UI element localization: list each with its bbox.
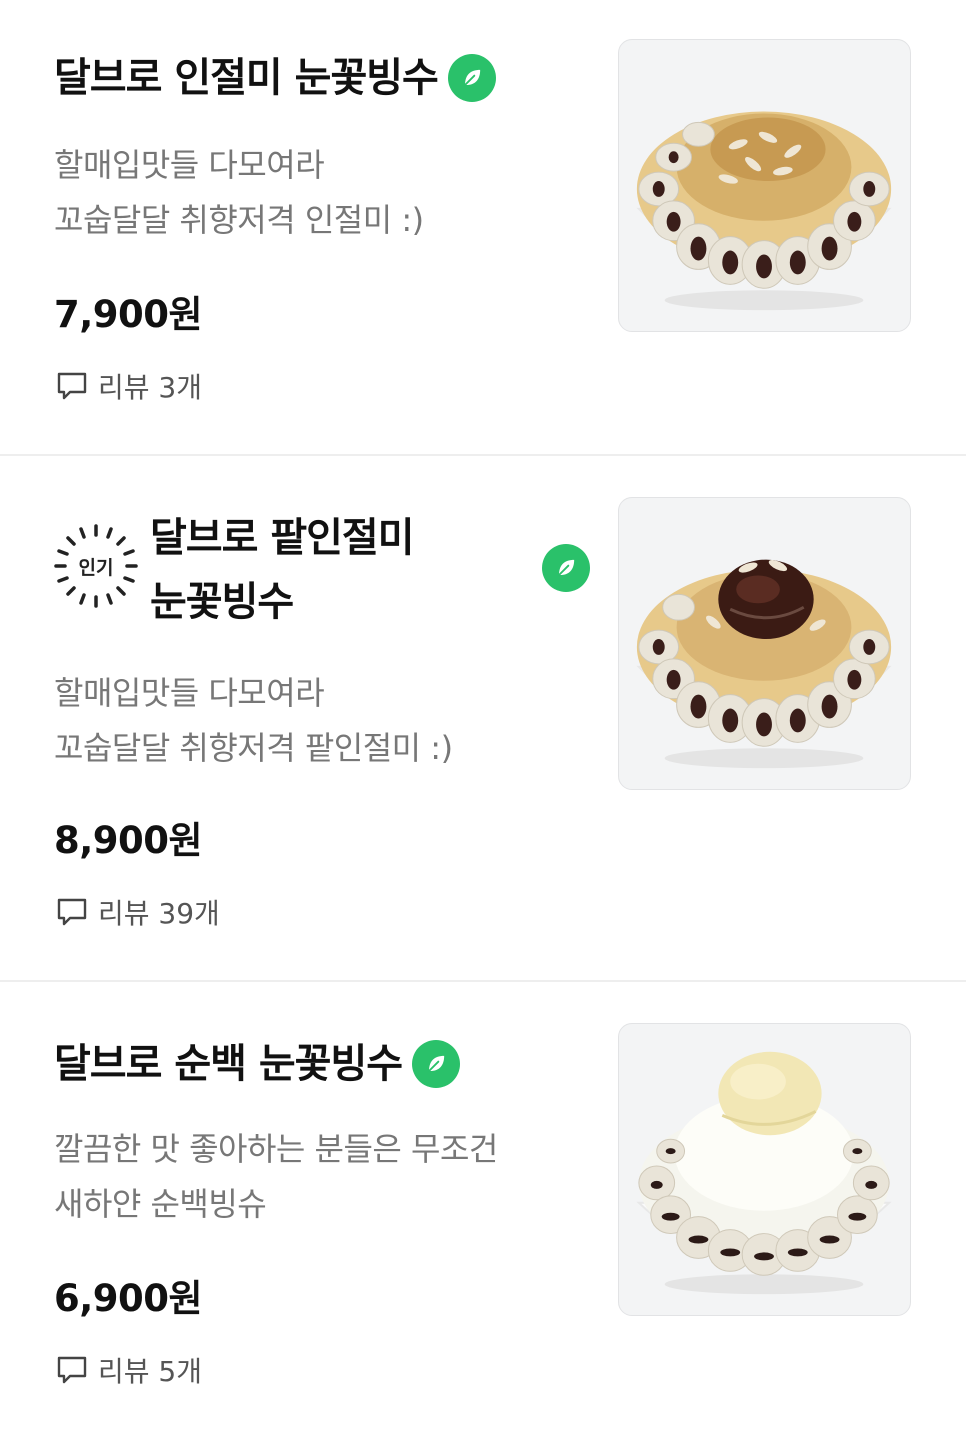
menu-item-pat-injeolmi[interactable]: 인기 달브로 팥인절미 눈꽃빙수 할매입맛들 다모여라 꼬숩달달 취향저격 팥인… xyxy=(0,456,966,982)
menu-item-description-line1: 할매입맛들 다모여라 xyxy=(54,146,325,184)
popular-badge-label: 인기 xyxy=(78,556,114,579)
review-count: 리뷰 39개 xyxy=(98,897,220,930)
menu-item-sunbaek[interactable]: 달브로 순백 눈꽃빙수 깔끔한 맛 좋아하는 분들은 무조건 새하얀 순백빙슈 … xyxy=(0,982,966,1430)
menu-item-price: 8,900원 xyxy=(54,819,203,862)
menu-item-reviews[interactable]: 리뷰 5개 xyxy=(56,1350,202,1390)
menu-item-title-row: 달브로 인절미 눈꽃빙수 xyxy=(54,46,496,110)
menu-item-photo[interactable] xyxy=(618,1023,911,1316)
menu-item-photo[interactable] xyxy=(618,39,911,332)
menu-item-description-line1: 깔끔한 맛 좋아하는 분들은 무조건 xyxy=(54,1130,498,1168)
menu-item-injeolmi[interactable]: 달브로 인절미 눈꽃빙수 할매입맛들 다모여라 꼬숩달달 취향저격 인절미 :)… xyxy=(0,0,966,456)
menu-item-description-line2: 꼬숩달달 취향저격 인절미 :) xyxy=(54,201,424,239)
comment-icon xyxy=(57,372,87,400)
review-count: 리뷰 5개 xyxy=(98,1355,202,1388)
review-count: 리뷰 3개 xyxy=(98,371,202,404)
bingsu-photo-sunbaek xyxy=(636,1051,892,1295)
bingsu-photo-injeolmi xyxy=(636,111,892,311)
menu-item-title-row: 달브로 순백 눈꽃빙수 xyxy=(54,1032,461,1096)
bingsu-photo-pat-injeolmi xyxy=(636,559,892,769)
menu-item-photo[interactable] xyxy=(618,497,911,790)
menu-item-reviews[interactable]: 리뷰 39개 xyxy=(56,892,220,932)
menu-item-reviews[interactable]: 리뷰 3개 xyxy=(56,366,202,406)
comment-icon xyxy=(57,1356,87,1384)
comment-icon xyxy=(57,898,87,926)
leaf-icon xyxy=(542,544,590,592)
menu-item-name: 달브로 순백 눈꽃빙수 xyxy=(54,1041,403,1087)
menu-list: 달브로 인절미 눈꽃빙수 할매입맛들 다모여라 꼬숩달달 취향저격 인절미 :)… xyxy=(0,0,966,1430)
menu-item-name-line2: 눈꽃빙수 xyxy=(150,579,294,625)
menu-item-description-line2: 꼬숩달달 취향저격 팥인절미 :) xyxy=(54,729,453,767)
menu-item-name-line1: 달브로 팥인절미 xyxy=(150,515,415,561)
menu-item-price: 6,900원 xyxy=(54,1277,203,1320)
leaf-icon xyxy=(447,54,496,102)
menu-item-description-line1: 할매입맛들 다모여라 xyxy=(54,674,325,712)
menu-item-price: 7,900원 xyxy=(54,293,203,336)
leaf-icon xyxy=(412,1040,461,1088)
menu-item-description-line2: 새하얀 순백빙슈 xyxy=(54,1185,267,1223)
popular-badge: 인기 xyxy=(52,522,140,610)
menu-item-name: 달브로 인절미 눈꽃빙수 xyxy=(54,55,439,101)
